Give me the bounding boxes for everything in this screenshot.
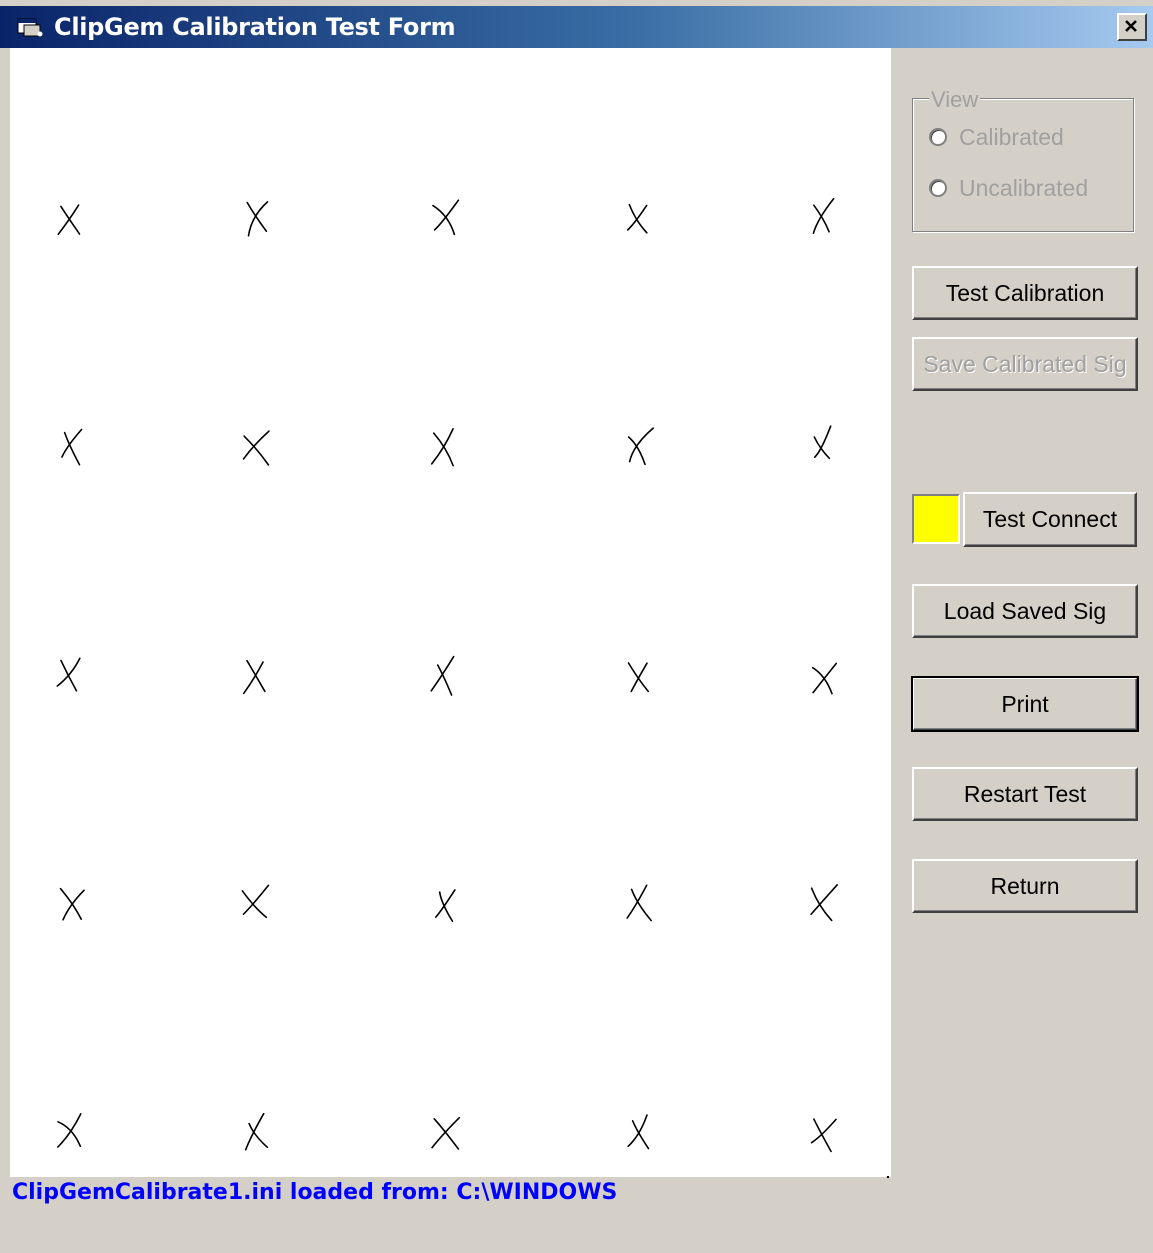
calibration-mark-r5-c5 (810, 1118, 837, 1153)
calibration-mark-r5-c2 (244, 1112, 269, 1151)
calibration-mark-r1-c1 (57, 204, 81, 236)
window-title: ClipGem Calibration Test Form (54, 13, 456, 41)
print-button[interactable]: Print (911, 676, 1139, 732)
radio-calibrated[interactable]: Calibrated (929, 122, 1064, 152)
calibration-mark-r5-c4 (627, 1114, 650, 1150)
radio-button-icon (929, 128, 947, 146)
calibration-mark-r3-c5 (811, 662, 838, 695)
calibration-mark-r2-c1 (61, 428, 83, 466)
test-connect-button[interactable]: Test Connect (963, 492, 1137, 547)
radio-uncalibrated[interactable]: Uncalibrated (929, 173, 1088, 203)
calibration-mark-r4-c3 (434, 889, 456, 923)
calibration-mark-r5-c1 (57, 1113, 82, 1148)
calibration-mark-r1-c4 (626, 203, 648, 234)
calibration-mark-r3-c3 (430, 655, 455, 696)
calibration-mark-r1-c3 (432, 199, 460, 236)
app-icon (17, 18, 43, 37)
calibration-mark-r1-c5 (812, 197, 835, 234)
calibration-mark-r4-c4 (626, 884, 652, 922)
calibration-marks (56, 197, 839, 1153)
calibration-mark-r3-c4 (627, 662, 650, 693)
restart-test-button[interactable]: Restart Test (912, 767, 1138, 821)
close-icon (1125, 20, 1137, 32)
calibration-mark-r5-c3 (431, 1116, 461, 1150)
close-button[interactable] (1117, 13, 1147, 41)
radio-calibrated-label: Calibrated (959, 123, 1064, 150)
calibration-mark-r2-c4 (627, 427, 654, 466)
calibration-mark-r1-c2 (246, 201, 269, 237)
view-groupbox: View Calibrated Uncalibrated (912, 87, 1134, 232)
radio-button-icon (929, 179, 947, 197)
test-calibration-button[interactable]: Test Calibration (912, 266, 1138, 320)
canvas-corner-dot (887, 1176, 889, 1178)
connection-status-indicator (912, 494, 960, 544)
calibration-mark-r2-c3 (430, 428, 454, 467)
status-label: ClipGemCalibrate1.ini loaded from: C:\WI… (12, 1180, 618, 1205)
signature-canvas[interactable] (10, 48, 891, 1177)
calibration-mark-r3-c1 (56, 657, 81, 692)
title-bar[interactable]: ClipGem Calibration Test Form (0, 6, 1153, 48)
calibration-mark-r2-c5 (813, 425, 832, 460)
load-saved-sig-button[interactable]: Load Saved Sig (912, 584, 1138, 638)
calibration-mark-r4-c2 (241, 884, 270, 919)
calibration-mark-r2-c2 (242, 430, 270, 466)
view-legend: View (929, 87, 981, 113)
calibration-mark-r3-c2 (242, 659, 266, 695)
return-button[interactable]: Return (912, 859, 1138, 913)
calibration-mark-r4-c1 (59, 887, 85, 921)
calibration-mark-r4-c5 (810, 884, 839, 922)
radio-uncalibrated-label: Uncalibrated (959, 174, 1089, 201)
save-calibrated-sig-button[interactable]: Save Calibrated Sig (912, 337, 1138, 391)
